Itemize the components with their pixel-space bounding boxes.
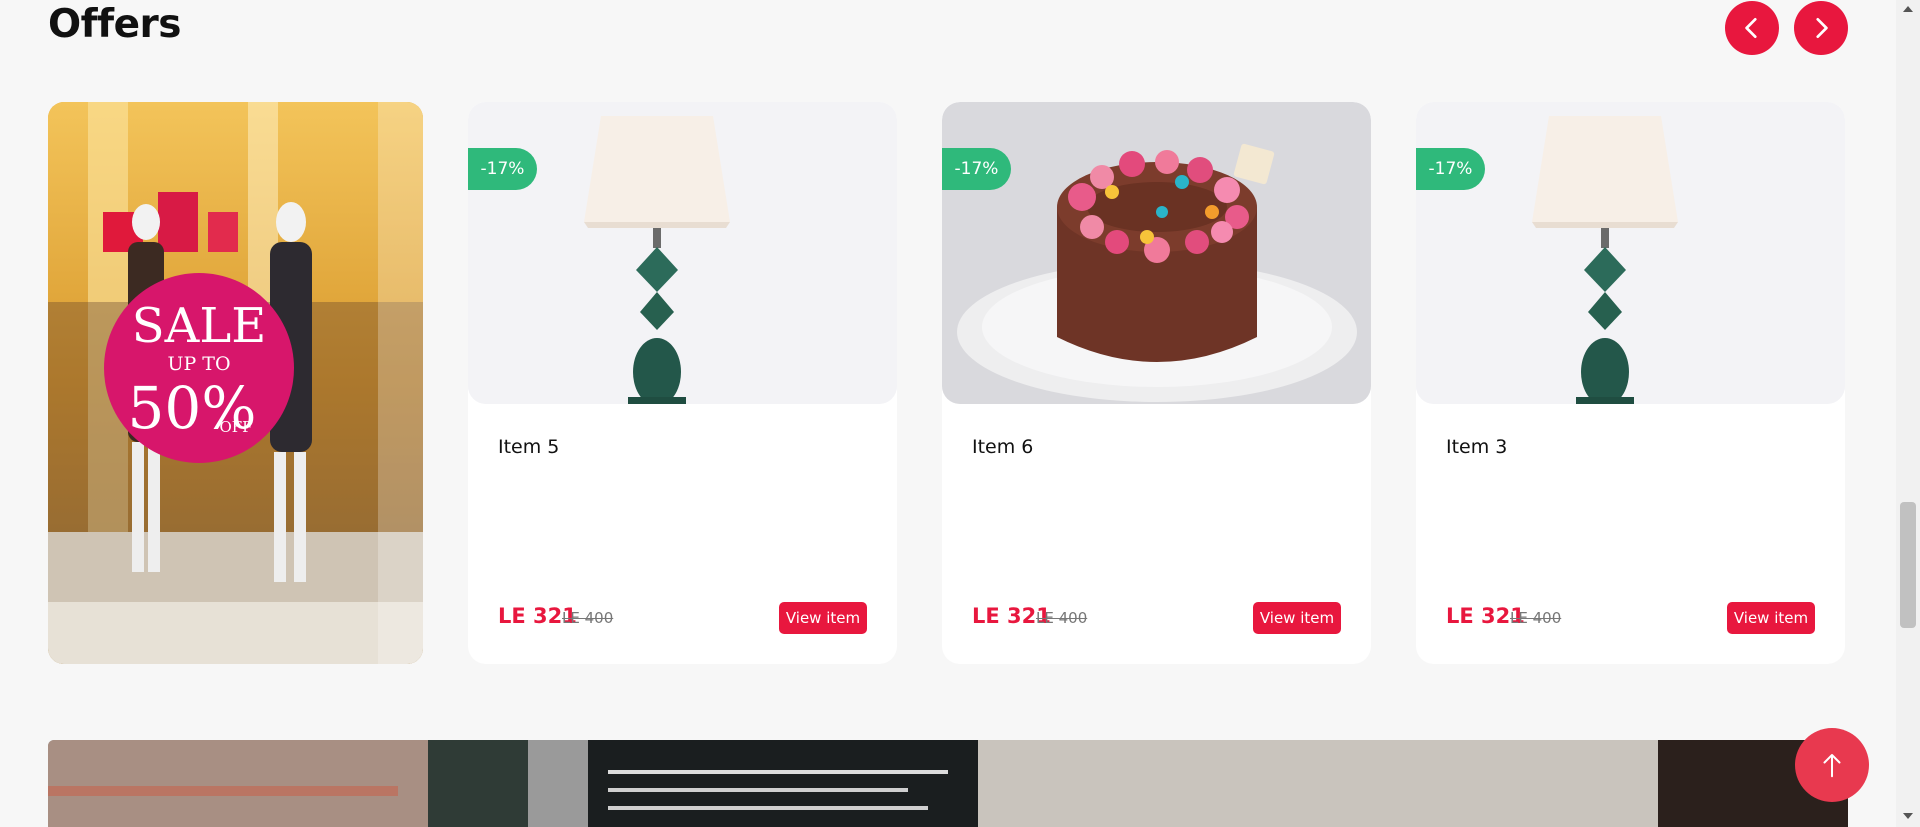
product-name[interactable]: Item 6 [972,436,1033,458]
sale-sign-text-1: SALE [132,298,266,354]
chevron-right-icon [1816,17,1828,39]
carousel-next-button[interactable] [1794,1,1848,55]
product-name[interactable]: Item 5 [498,436,559,458]
view-item-button[interactable]: View item [779,602,867,634]
bottom-banner-image [48,740,1848,827]
product-card[interactable]: -17% Item 5 LE 321 LE 400 View item [468,102,897,664]
sale-sign-text-2: UP TO [167,353,230,375]
product-image-table-lamp[interactable] [468,102,897,404]
section-title: Offers [48,2,182,47]
discount-badge: -17% [468,148,537,190]
product-card[interactable]: -17% Item 6 LE 321 LE 400 View item [942,102,1371,664]
scroll-down-arrow-icon[interactable] [1902,811,1914,821]
carousel-prev-button[interactable] [1725,1,1779,55]
view-item-button[interactable]: View item [1253,602,1341,634]
chevron-left-icon [1745,17,1757,39]
arrow-up-icon [1823,754,1841,778]
product-image-chocolate-cake[interactable] [942,102,1371,404]
scroll-up-arrow-icon[interactable] [1902,4,1914,14]
product-old-price: LE 400 [562,609,614,627]
product-image-table-lamp[interactable] [1416,102,1845,404]
product-old-price: LE 400 [1510,609,1562,627]
promo-banner-image[interactable]: SALE UP TO 50% OFF [48,102,423,664]
view-item-button[interactable]: View item [1727,602,1815,634]
product-old-price: LE 400 [1036,609,1088,627]
page-scrollbar[interactable] [1896,0,1920,827]
discount-badge: -17% [1416,148,1485,190]
product-name[interactable]: Item 3 [1446,436,1507,458]
scroll-to-top-button[interactable] [1795,728,1869,802]
product-card[interactable]: -17% Item 3 LE 321 LE 400 View item [1416,102,1845,664]
sale-sign-text-4: OFF [219,418,252,436]
discount-badge: -17% [942,148,1011,190]
scrollbar-thumb[interactable] [1900,502,1916,628]
